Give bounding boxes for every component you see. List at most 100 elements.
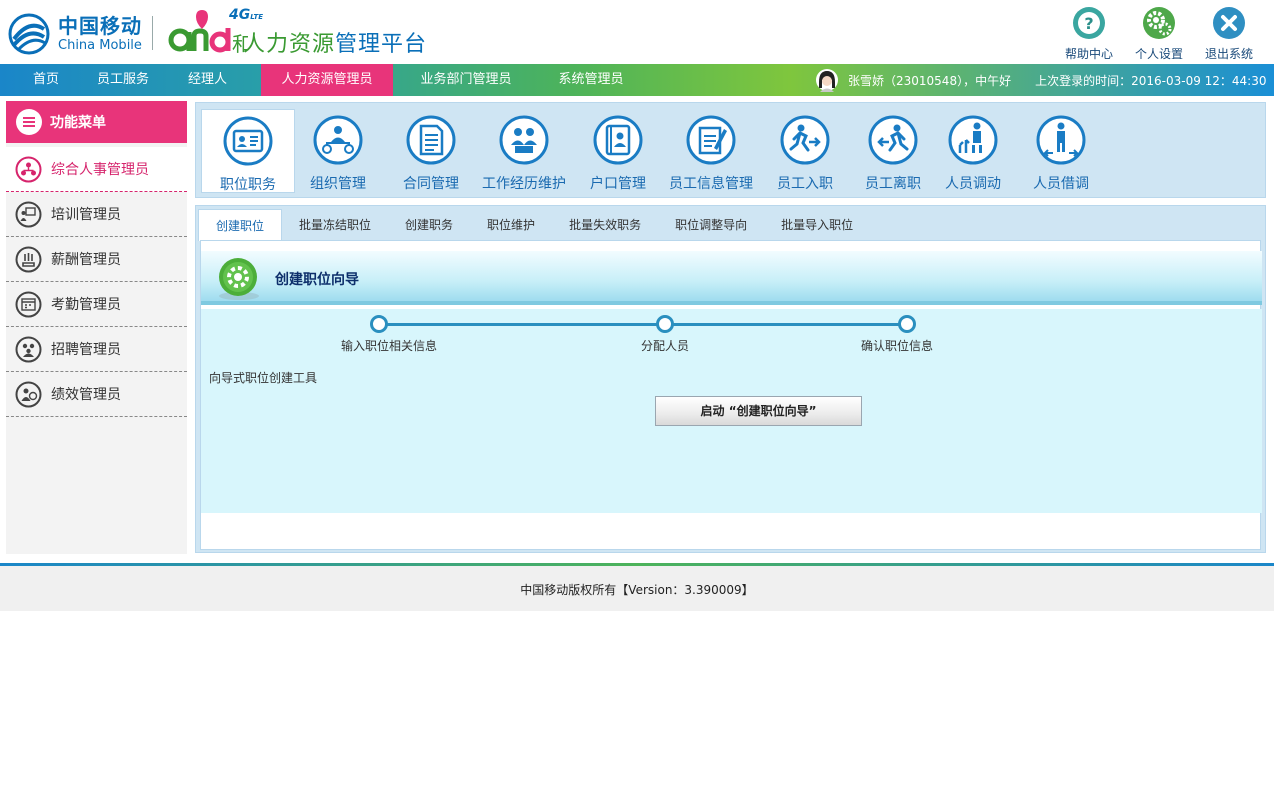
wizard-header: 创建职位向导 [201, 251, 1262, 305]
tab-batch-invalidate-duty[interactable]: 批量失效职务 [552, 209, 658, 241]
logout-icon [1213, 7, 1245, 39]
func-label: 户口管理 [590, 176, 646, 192]
func-label: 组织管理 [310, 176, 366, 192]
wizard-body: 输入职位相关信息 分配人员 确认职位信息 向导式职位创建工具 启动 “创建职位向… [201, 309, 1262, 513]
wizard-step-1-label: 输入职位相关信息 [341, 339, 438, 353]
4g-label: 4G [229, 7, 251, 23]
func-label: 人员借调 [1033, 176, 1089, 192]
function-menu-header: 功能菜单 [6, 101, 187, 143]
sidebar-item-attendance-admin[interactable]: 考勤管理员 [6, 282, 187, 327]
nav-manager[interactable]: 经理人 [154, 64, 261, 96]
copyright-text: 中国移动版权所有【Version：3.390009】 [520, 583, 754, 597]
wizard-description: 向导式职位创建工具 [209, 371, 318, 385]
func-personnel-secondment[interactable]: 人员借调 [1014, 109, 1108, 193]
sidebar-item-training-admin[interactable]: 培训管理员 [6, 192, 187, 237]
recruitment-icon [15, 336, 42, 362]
salary-icon [15, 246, 42, 272]
china-mobile-mark-icon [8, 13, 50, 55]
work-history-icon [499, 115, 549, 165]
tab-content: 创建职位向导 输入职位相关信息 分配人员 确认职位信息 向导式职位创建工具 启动… [200, 240, 1262, 550]
sidebar-item-label: 招聘管理员 [51, 342, 121, 358]
personal-settings-label: 个人设置 [1134, 47, 1183, 61]
sidebar-item-performance-admin[interactable]: 绩效管理员 [6, 372, 187, 417]
main-nav-items: 首页 员工服务 经理人 人力资源管理员 业务部门管理员 系统管理员 [0, 64, 643, 96]
help-center-button[interactable]: ? 帮助中心 [1054, 6, 1124, 62]
employee-info-icon [686, 115, 736, 165]
content-panel: 创建职位 批量冻结职位 创建职务 职位维护 批量失效职务 职位调整导向 批量导入… [195, 205, 1266, 553]
sidebar-item-label: 综合人事管理员 [51, 162, 149, 178]
header: 中国移动 China Mobile 和 4GLTE 人力资源管理平台 ? 帮助中… [0, 0, 1274, 64]
offboarding-icon [868, 115, 918, 165]
tab-create-duty[interactable]: 创建职务 [388, 209, 470, 241]
performance-icon [15, 381, 42, 407]
func-employee-info[interactable]: 员工信息管理 [664, 109, 758, 193]
user-avatar-icon [816, 69, 838, 92]
attendance-icon [15, 291, 42, 317]
sidebar-item-compensation-admin[interactable]: 薪酬管理员 [6, 237, 187, 282]
org-tree-icon [313, 115, 363, 165]
training-icon [15, 201, 42, 227]
func-label: 员工信息管理 [669, 176, 753, 192]
nav-employee-service[interactable]: 员工服务 [92, 64, 154, 96]
org-people-icon [15, 156, 42, 182]
func-label: 合同管理 [403, 176, 459, 192]
nav-business-dept-admin[interactable]: 业务部门管理员 [393, 64, 539, 96]
help-center-label: 帮助中心 [1064, 47, 1113, 61]
func-work-history[interactable]: 工作经历维护 [477, 109, 571, 193]
sidebar-list: 综合人事管理员 培训管理员 薪酬管理员 考勤管理员 招聘管理员 绩效管理员 [6, 147, 187, 417]
top-tools: ? 帮助中心 个人设置 退出系统 [1054, 6, 1264, 62]
platform-title: 人力资源管理平台 [243, 26, 427, 58]
sidebar-item-label: 考勤管理员 [51, 297, 121, 313]
sidebar-item-general-hr-admin[interactable]: 综合人事管理员 [6, 147, 187, 192]
menu-icon [16, 109, 42, 135]
tab-batch-import-position[interactable]: 批量导入职位 [764, 209, 870, 241]
user-greeting: 张雪娇（23010548），中午好 [848, 73, 1012, 88]
func-position-duty[interactable]: 职位职务 [201, 109, 295, 193]
func-contract-management[interactable]: 合同管理 [384, 109, 478, 193]
function-menu-title: 功能菜单 [50, 115, 106, 131]
func-label: 职位职务 [220, 177, 276, 193]
settings-icon [1143, 7, 1175, 39]
wizard-step-2-marker [656, 315, 674, 333]
start-wizard-button[interactable]: 启动 “创建职位向导” [655, 396, 862, 426]
sidebar-item-label: 培训管理员 [51, 207, 121, 223]
personal-settings-button[interactable]: 个人设置 [1124, 6, 1194, 62]
sidebar-item-label: 薪酬管理员 [51, 252, 121, 268]
wizard-step-1-marker [370, 315, 388, 333]
svg-text:?: ? [1084, 14, 1093, 33]
last-login-time: 上次登录的时间：2016-03-09 12：44:30 [1035, 73, 1267, 88]
sidebar: 功能菜单 综合人事管理员 培训管理员 薪酬管理员 考勤管理员 招聘管理员 绩效管… [6, 101, 187, 554]
wizard-step-2-label: 分配人员 [641, 339, 690, 353]
sidebar-item-label: 绩效管理员 [51, 387, 121, 403]
nav-hr-admin[interactable]: 人力资源管理员 [261, 64, 393, 96]
nav-system-admin[interactable]: 系统管理员 [539, 64, 643, 96]
tab-position-adjust-guide[interactable]: 职位调整导向 [658, 209, 764, 241]
help-icon: ? [1073, 7, 1105, 39]
wizard-title: 创建职位向导 [275, 272, 359, 288]
tab-batch-freeze-position[interactable]: 批量冻结职位 [282, 209, 388, 241]
4g-lte-badge: 4GLTE [229, 7, 263, 23]
household-register-icon [593, 115, 643, 165]
brand-en-name: China Mobile [58, 38, 142, 53]
func-label: 工作经历维护 [482, 176, 566, 192]
tab-position-maintenance[interactable]: 职位维护 [470, 209, 552, 241]
func-org-management[interactable]: 组织管理 [291, 109, 385, 193]
tab-bar: 创建职位 批量冻结职位 创建职务 职位维护 批量失效职务 职位调整导向 批量导入… [198, 209, 870, 241]
func-employee-onboarding[interactable]: 员工入职 [758, 109, 852, 193]
logout-button[interactable]: 退出系统 [1194, 6, 1264, 62]
func-household-register[interactable]: 户口管理 [571, 109, 665, 193]
wizard-step-3-label: 确认职位信息 [861, 339, 934, 353]
brand-cn-name: 中国移动 [58, 14, 142, 38]
wizard-step-3-marker [898, 315, 916, 333]
func-personnel-transfer[interactable]: 人员调动 [926, 109, 1020, 193]
logo-divider [152, 16, 153, 50]
tab-create-position[interactable]: 创建职位 [198, 209, 283, 241]
platform-title-suffix: 管理平台 [335, 32, 428, 57]
gear-icon [219, 258, 259, 300]
china-mobile-logo: 中国移动 China Mobile [8, 13, 142, 55]
position-card-icon [223, 116, 273, 166]
transfer-icon [948, 115, 998, 165]
user-info: 张雪娇（23010548），中午好 上次登录的时间：2016-03-09 12：… [816, 68, 1267, 92]
sidebar-item-recruitment-admin[interactable]: 招聘管理员 [6, 327, 187, 372]
nav-home[interactable]: 首页 [0, 64, 92, 96]
